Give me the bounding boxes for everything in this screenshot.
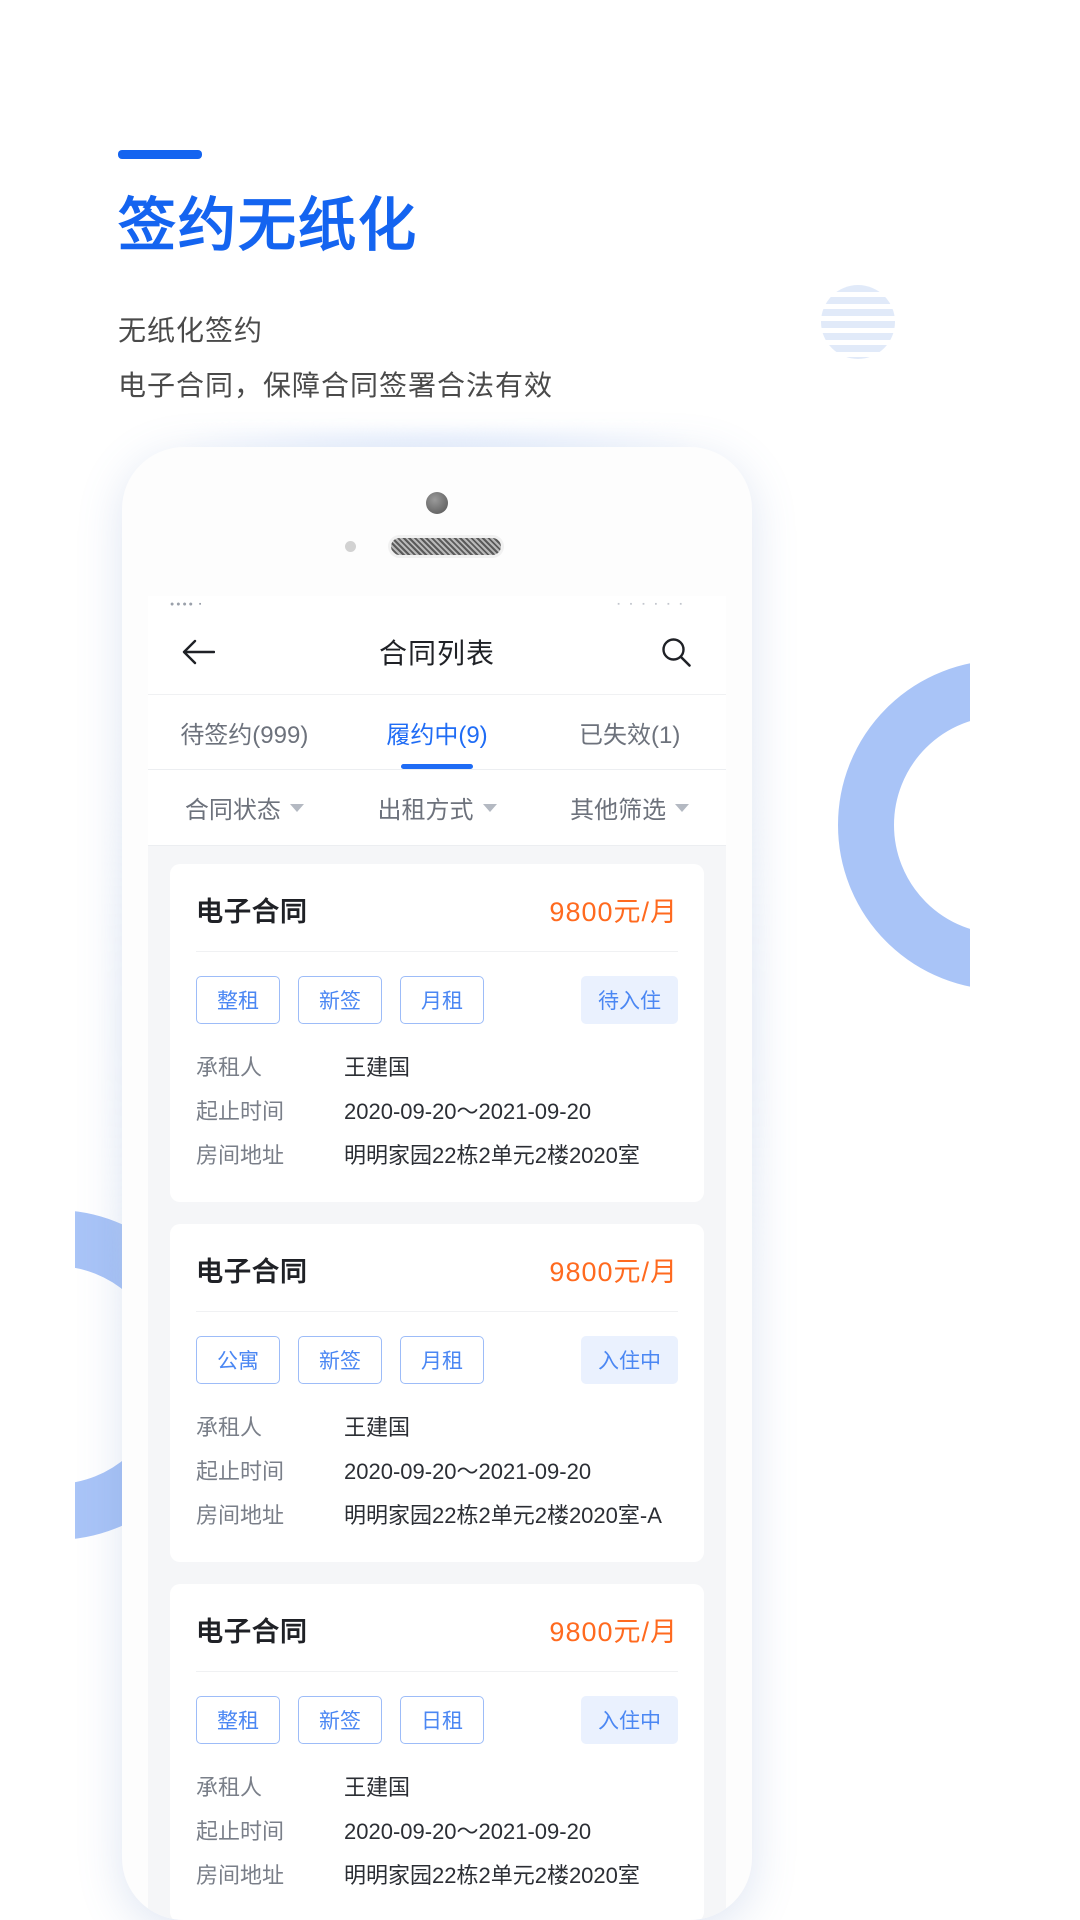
hero-subtitle: 无纸化签约 电子合同，保障合同签署合法有效 (118, 304, 878, 413)
card-header: 电子合同 9800元/月 (196, 1250, 678, 1312)
detail-rows: 承租人 王建国 起止时间 2020-09-20～2021-09-20 房间地址 … (196, 1406, 678, 1538)
contract-tag: 新签 (298, 1696, 382, 1744)
phone-mockup: ●●●● ▪ ▪ ▪ ▪ ▪ ▪ ▪ 合同列表 待签约(999) 履约中(9) … (122, 447, 752, 1920)
contract-card[interactable]: 电子合同 9800元/月 整租 新签 日租 入住中 承租人 王建国 起止时间 2… (170, 1584, 704, 1920)
detail-value: 2020-09-20～2021-09-20 (344, 1819, 592, 1844)
contract-card[interactable]: 电子合同 9800元/月 整租 新签 月租 待入住 承租人 王建国 起止时间 2… (170, 864, 704, 1202)
detail-label: 起止时间 (196, 1819, 285, 1844)
contract-tag: 新签 (298, 1336, 382, 1384)
detail-row-tenant: 承租人 王建国 (196, 1406, 678, 1450)
page-root: 签约无纸化 无纸化签约 电子合同，保障合同签署合法有效 ●●●● ▪ ▪ ▪ ▪… (0, 0, 1080, 1920)
chevron-down-icon (675, 803, 690, 812)
contract-tag: 整租 (196, 976, 280, 1024)
hero-subtitle-line-1: 无纸化签约 (118, 315, 264, 347)
contract-tag: 日租 (400, 1696, 484, 1744)
detail-label: 承租人 (196, 1415, 263, 1440)
app-navbar: 合同列表 (148, 610, 726, 694)
sensor-icon (345, 541, 356, 552)
detail-value: 明明家园22栋2单元2楼2020室 (344, 1863, 640, 1888)
search-button[interactable] (654, 630, 698, 674)
filter-other-label: 其他筛选 (570, 797, 667, 824)
filter-bar: 合同状态 出租方式 其他筛选 (148, 770, 726, 846)
detail-row-period: 起止时间 2020-09-20～2021-09-20 (196, 1810, 678, 1854)
tab-expired[interactable]: 已失效(1) (533, 695, 726, 769)
tab-active-contracts[interactable]: 履约中(9) (341, 695, 534, 769)
ring-mask-left (0, 1190, 75, 1565)
tab-pending[interactable]: 待签约(999) (148, 695, 341, 769)
detail-label: 房间地址 (196, 1503, 285, 1528)
detail-value: 明明家园22栋2单元2楼2020室 (344, 1143, 640, 1168)
search-icon (662, 638, 691, 667)
card-header: 电子合同 9800元/月 (196, 1610, 678, 1672)
ring-mask-right (970, 640, 1080, 1010)
detail-row-period: 起止时间 2020-09-20～2021-09-20 (196, 1450, 678, 1494)
detail-value: 明明家园22栋2单元2楼2020室-A (344, 1503, 662, 1528)
detail-row-address: 房间地址 明明家园22栋2单元2楼2020室 (196, 1134, 678, 1178)
camera-icon (426, 492, 448, 514)
hero-accent-bar (118, 150, 202, 159)
tag-row: 公寓 新签 月租 入住中 (196, 1336, 678, 1384)
contract-price: 9800元/月 (549, 1617, 678, 1647)
contract-tag: 公寓 (196, 1336, 280, 1384)
navbar-title: 合同列表 (378, 638, 495, 669)
detail-row-address: 房间地址 明明家园22栋2单元2楼2020室 (196, 1854, 678, 1898)
detail-rows: 承租人 王建国 起止时间 2020-09-20～2021-09-20 房间地址 … (196, 1766, 678, 1898)
app-screen: ●●●● ▪ ▪ ▪ ▪ ▪ ▪ ▪ 合同列表 待签约(999) 履约中(9) … (148, 596, 726, 1920)
detail-value: 2020-09-20～2021-09-20 (344, 1099, 592, 1124)
contract-list: 电子合同 9800元/月 整租 新签 月租 待入住 承租人 王建国 起止时间 2… (148, 846, 726, 1920)
detail-row-period: 起止时间 2020-09-20～2021-09-20 (196, 1090, 678, 1134)
tag-row: 整租 新签 日租 入住中 (196, 1696, 678, 1744)
detail-label: 承租人 (196, 1055, 263, 1080)
filter-contract-status-label: 合同状态 (184, 797, 281, 824)
contract-card[interactable]: 电子合同 9800元/月 公寓 新签 月租 入住中 承租人 王建国 起止时间 2… (170, 1224, 704, 1562)
contract-price: 9800元/月 (549, 1257, 678, 1287)
status-bar-right: ▪ ▪ ▪ ▪ ▪ ▪ (617, 601, 686, 608)
detail-rows: 承租人 王建国 起止时间 2020-09-20～2021-09-20 房间地址 … (196, 1046, 678, 1178)
contract-type: 电子合同 (196, 1617, 308, 1647)
contract-price: 9800元/月 (549, 897, 678, 927)
status-badge: 入住中 (581, 1336, 678, 1384)
hero-section: 签约无纸化 无纸化签约 电子合同，保障合同签署合法有效 (118, 150, 878, 414)
arrow-left-icon (182, 639, 215, 665)
contract-tag: 整租 (196, 1696, 280, 1744)
detail-label: 房间地址 (196, 1143, 285, 1168)
filter-contract-status[interactable]: 合同状态 (148, 790, 341, 825)
status-bar: ●●●● ▪ ▪ ▪ ▪ ▪ ▪ ▪ (148, 596, 726, 610)
detail-label: 起止时间 (196, 1459, 285, 1484)
tag-row: 整租 新签 月租 待入住 (196, 976, 678, 1024)
detail-row-tenant: 承租人 王建国 (196, 1766, 678, 1810)
tab-bar: 待签约(999) 履约中(9) 已失效(1) (148, 694, 726, 770)
contract-tag: 月租 (400, 976, 484, 1024)
detail-value: 王建国 (344, 1415, 411, 1440)
detail-value: 2020-09-20～2021-09-20 (344, 1459, 592, 1484)
status-badge: 入住中 (581, 1696, 678, 1744)
card-header: 电子合同 9800元/月 (196, 890, 678, 952)
back-button[interactable] (176, 630, 220, 674)
detail-label: 起止时间 (196, 1099, 285, 1124)
contract-type: 电子合同 (196, 1257, 308, 1287)
chevron-down-icon (482, 803, 497, 812)
detail-label: 房间地址 (196, 1863, 285, 1888)
filter-rent-type[interactable]: 出租方式 (341, 790, 534, 825)
filter-rent-type-label: 出租方式 (377, 797, 474, 824)
page-title: 签约无纸化 (118, 193, 419, 258)
chevron-down-icon (289, 803, 304, 812)
status-badge: 待入住 (581, 976, 678, 1024)
detail-row-address: 房间地址 明明家园22栋2单元2楼2020室-A (196, 1494, 678, 1538)
earpiece-speaker-icon (391, 538, 501, 555)
detail-value: 王建国 (344, 1055, 411, 1080)
striped-circle-icon (821, 285, 895, 359)
status-bar-left: ●●●● ▪ (170, 601, 204, 608)
detail-label: 承租人 (196, 1775, 263, 1800)
contract-type: 电子合同 (196, 897, 308, 927)
detail-value: 王建国 (344, 1775, 411, 1800)
detail-row-tenant: 承租人 王建国 (196, 1046, 678, 1090)
filter-other[interactable]: 其他筛选 (533, 790, 726, 825)
contract-tag: 新签 (298, 976, 382, 1024)
contract-tag: 月租 (400, 1336, 484, 1384)
hero-subtitle-line-2: 电子合同，保障合同签署合法有效 (118, 370, 554, 402)
phone-top-bezel (122, 447, 752, 607)
